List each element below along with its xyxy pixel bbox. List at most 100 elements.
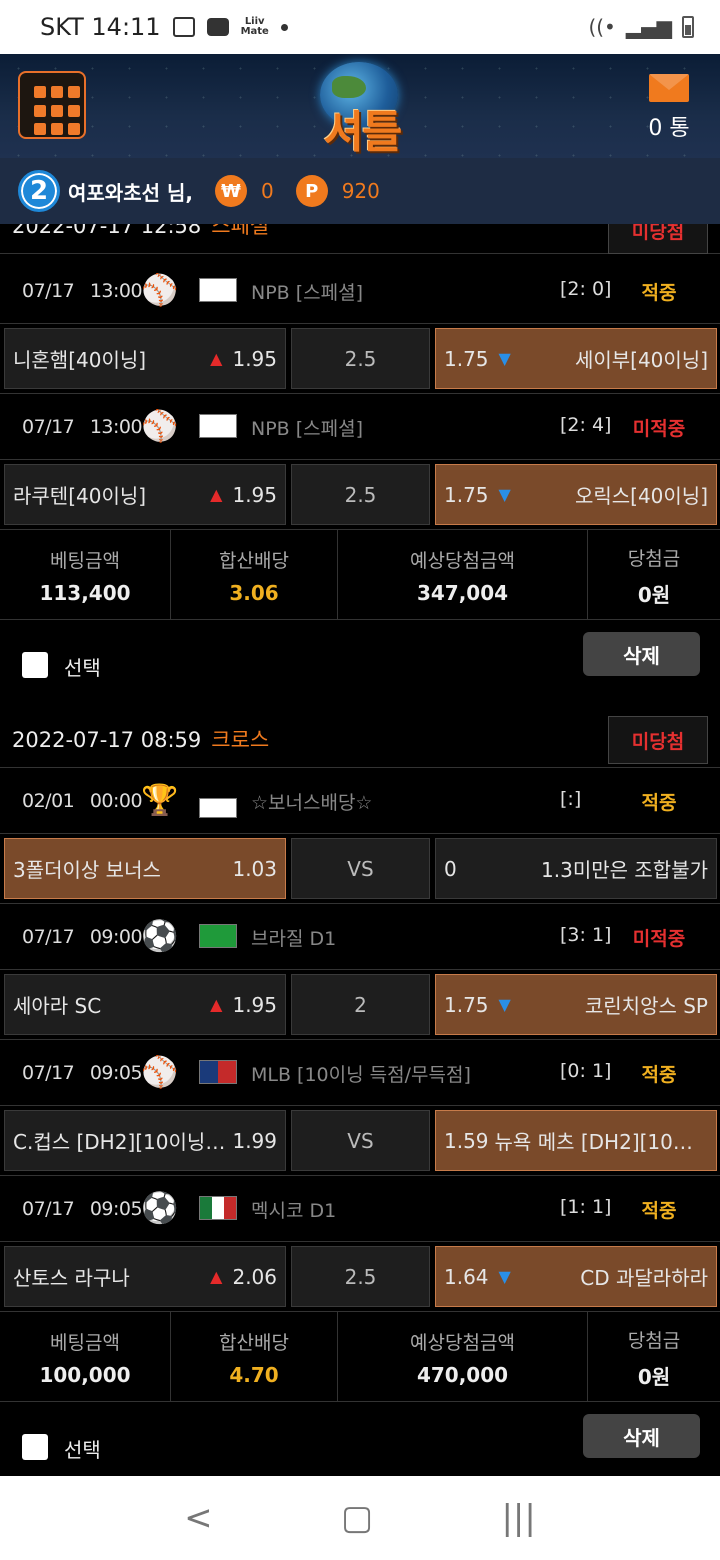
handicap-cell[interactable]: 2.5: [291, 1246, 430, 1307]
home-team-name: C.컵스 [DH2][10이닝 득점]: [13, 1130, 226, 1154]
odds-up-arrow-icon: ▲: [210, 1267, 223, 1286]
home-odds: 1.99: [232, 1128, 277, 1153]
trophy-icon: 🏆: [141, 782, 179, 818]
bet-type: 스페셜: [211, 224, 270, 238]
home-odds: 2.06: [232, 1264, 277, 1289]
bet-status-badge: 미당첨: [608, 716, 708, 764]
handicap-cell[interactable]: 2: [291, 974, 430, 1035]
home-team-name: 3폴더이상 보너스: [13, 858, 161, 882]
match-score: [:]: [560, 788, 582, 810]
handicap-cell[interactable]: VS: [291, 838, 430, 899]
expected-payout-cell: 예상당첨금액 470,000: [338, 1312, 588, 1401]
match-datetime: 07/17 13:00: [22, 280, 143, 302]
match-score: [1: 1]: [560, 1196, 612, 1218]
user-info-bar: 2 여포와초선 님, ₩ 0 P 920: [0, 158, 720, 224]
match-time: 09:05: [89, 1198, 143, 1220]
match-time: 09:05: [89, 1062, 143, 1084]
total-odds-cell: 합산배당 4.70: [171, 1312, 338, 1401]
mlb-flag-icon: [199, 1060, 237, 1084]
win-amount-cell: 당첨금 0원: [588, 530, 720, 619]
message-icon: [206, 18, 229, 36]
mail-count: 0 통: [648, 116, 690, 141]
odds-row: 니혼햄[40이닝] ▲ 1.95 2.5 1.75 ▼ 세이부[40이닝]: [0, 324, 720, 394]
home-team-name: 라쿠텐[40이닝]: [13, 484, 147, 508]
match-date: 07/17: [22, 1062, 75, 1084]
home-odds-cell[interactable]: C.컵스 [DH2][10이닝 득점]1.99: [4, 1110, 286, 1171]
home-odds-cell[interactable]: 라쿠텐[40이닝] ▲ 1.95: [4, 464, 286, 525]
away-odds: 1.59: [444, 1128, 489, 1153]
home-odds-cell[interactable]: 세아라 SC ▲ 1.95: [4, 974, 286, 1035]
win-amount-cell: 당첨금 0원: [588, 1312, 720, 1401]
select-checkbox[interactable]: [22, 1434, 48, 1460]
handicap-cell[interactable]: 2.5: [291, 328, 430, 389]
match-info-row: 07/17 09:00 ⚽ 브라질 D1 [3: 1] 미적중: [0, 904, 720, 970]
win-amount-value: 0원: [637, 582, 671, 607]
npb-flag-icon: [199, 278, 237, 302]
match-datetime: 07/17 09:00: [22, 926, 143, 948]
back-nav-button[interactable]: <: [184, 1498, 213, 1538]
blank-flag-icon: [199, 798, 237, 818]
point-balance: 920: [341, 179, 380, 203]
home-team-name: 세아라 SC: [13, 994, 102, 1018]
level-badge-icon: 2: [18, 170, 60, 212]
handicap-cell[interactable]: 2.5: [291, 464, 430, 525]
bet-amount-value: 100,000: [39, 1363, 131, 1387]
win-amount-label: 당첨금: [627, 1329, 681, 1352]
league-name: ☆보너스배당☆: [251, 792, 373, 814]
app-logo[interactable]: 셔틀: [312, 60, 412, 158]
away-odds: 0: [444, 856, 457, 881]
delete-button[interactable]: 삭제: [583, 1414, 700, 1458]
user-name: 여포와초선 님,: [68, 180, 193, 205]
match-datetime: 07/17 09:05: [22, 1062, 143, 1084]
match-result: 적중: [641, 1200, 677, 1222]
total-odds-value: 4.70: [229, 1363, 279, 1387]
home-odds-cell[interactable]: 산토스 라구나 ▲ 2.06: [4, 1246, 286, 1307]
expected-payout-label: 예상당첨금액: [410, 550, 515, 572]
odds-up-arrow-icon: ▲: [210, 995, 223, 1014]
handicap-cell[interactable]: VS: [291, 1110, 430, 1171]
bet-summary: 베팅금액 113,400 합산배당 3.06 예상당첨금액 347,004 당첨금 0원: [0, 530, 720, 620]
delete-button[interactable]: 삭제: [583, 632, 700, 676]
away-odds-cell[interactable]: 1.75 ▼ 세이부[40이닝]: [435, 328, 717, 389]
mail-button[interactable]: 0 통: [634, 74, 704, 142]
match-info-row: 07/17 09:05 ⚽ 멕시코 D1 [1: 1] 적중: [0, 1176, 720, 1242]
gallery-icon: [172, 17, 195, 37]
match-info-row: 07/17 09:05 ⚾ MLB [10이닝 득점/무득점] [0: 1] 적중: [0, 1040, 720, 1106]
away-team-name: CD 과달라하라: [580, 1266, 708, 1290]
away-odds: 1.75: [444, 482, 489, 507]
away-odds: 1.75: [444, 346, 489, 371]
bet-actions: 선택 삭제: [0, 1402, 720, 1476]
away-odds-cell[interactable]: 1.64 ▼ CD 과달라하라: [435, 1246, 717, 1307]
expected-payout-cell: 예상당첨금액 347,004: [338, 530, 588, 619]
bet-date: 2022-07-17 08:59 크로스: [12, 724, 269, 754]
home-odds-cell[interactable]: 3폴더이상 보너스 1.03: [4, 838, 286, 899]
home-nav-button[interactable]: ▢: [341, 1498, 373, 1538]
recents-nav-button[interactable]: |||: [501, 1498, 535, 1538]
league-name: NPB [스페셜]: [251, 282, 364, 304]
signal-icon: ▂▄▆: [625, 15, 672, 39]
expected-payout-value: 347,004: [416, 581, 509, 605]
bet-history-list[interactable]: 2022-07-17 12:58 스페셜 미당첨 07/17 13:00 ⚾ NPB [스…: [0, 224, 720, 1476]
odds-row: 산토스 라구나 ▲ 2.06 2.5 1.64 ▼ CD 과달라하라: [0, 1242, 720, 1312]
league-name: 멕시코 D1: [251, 1200, 337, 1222]
match-score: [2: 0]: [560, 278, 612, 300]
away-odds-cell[interactable]: 1.59뉴욕 메츠 [DH2][10이닝 무득점]: [435, 1110, 717, 1171]
won-coin-icon: ₩: [214, 175, 247, 207]
bet-datetime: 2022-07-17 08:59: [12, 728, 202, 752]
menu-grid-button[interactable]: [18, 71, 86, 139]
away-odds-cell[interactable]: 1.75 ▼ 코린치앙스 SP: [435, 974, 717, 1035]
odds-row: 라쿠텐[40이닝] ▲ 1.95 2.5 1.75 ▼ 오릭스[40이닝]: [0, 460, 720, 530]
home-odds: 1.95: [232, 482, 277, 507]
match-date: 07/17: [22, 1198, 75, 1220]
away-odds-cell[interactable]: 1.75 ▼ 오릭스[40이닝]: [435, 464, 717, 525]
select-checkbox[interactable]: [22, 652, 48, 678]
home-team-name: 산토스 라구나: [13, 1266, 130, 1290]
select-label: 선택: [64, 656, 101, 680]
won-balance: 0: [260, 179, 274, 203]
total-odds-label: 합산배당: [219, 1332, 289, 1354]
match-score: [2: 4]: [560, 414, 612, 436]
away-team-name: 코린치앙스 SP: [584, 994, 708, 1018]
home-odds-cell[interactable]: 니혼햄[40이닝] ▲ 1.95: [4, 328, 286, 389]
total-odds-cell: 합산배당 3.06: [171, 530, 338, 619]
away-odds-cell[interactable]: 0 1.3미만은 조합불가: [435, 838, 717, 899]
